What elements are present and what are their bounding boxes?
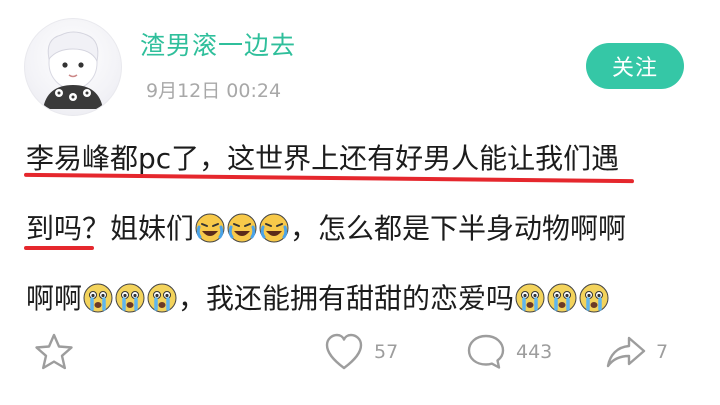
post-line-2-text-a: 到吗？姐妹们 <box>26 212 195 245</box>
heart-icon <box>325 333 363 370</box>
crying-emoji-icon <box>515 283 545 313</box>
comment-button[interactable]: 443 <box>464 330 552 374</box>
like-count: 57 <box>374 341 399 363</box>
favorite-button[interactable] <box>32 330 76 374</box>
action-bar: 57 443 7 <box>0 330 720 380</box>
crying-laughing-emoji-icon <box>259 213 289 243</box>
crying-laughing-emoji-icon <box>227 213 257 243</box>
share-arrow-icon <box>606 336 646 368</box>
crying-emoji-icon <box>147 283 177 313</box>
post-line-3-text-b: ，我还能拥有甜甜的恋爱吗 <box>178 282 515 315</box>
post-timestamp: 9月12日 00:24 <box>146 80 282 102</box>
star-icon <box>35 333 73 370</box>
follow-button[interactable]: 关注 <box>586 43 684 89</box>
post-line-2: 到吗？姐妹们 ，怎么都是下半身动物啊啊 <box>24 208 696 250</box>
post-line-3-text-a: 啊啊 <box>26 282 83 315</box>
avatar[interactable] <box>24 18 122 116</box>
crying-emoji-icon <box>115 283 145 313</box>
comment-count: 443 <box>516 341 553 363</box>
comment-bubble-icon <box>467 334 505 369</box>
weibo-post: 渣男滚一边去 9月12日 00:24 关注 李易峰都pc了，这世界上还有好男人能… <box>0 0 720 405</box>
post-line-2-text-b: ，怎么都是下半身动物啊啊 <box>290 212 627 245</box>
crying-laughing-emoji-icon <box>195 213 225 243</box>
crying-emoji-icon <box>83 283 113 313</box>
post-line-1-text: 李易峰都pc了，这世界上还有好男人能让我们遇 <box>26 142 620 175</box>
post-line-1: 李易峰都pc了，这世界上还有好男人能让我们遇 <box>23 138 696 184</box>
avatar-image <box>43 31 103 109</box>
red-underline-mark <box>24 246 94 250</box>
share-count: 7 <box>656 341 669 363</box>
username[interactable]: 渣男滚一边去 <box>140 26 296 62</box>
like-button[interactable]: 57 <box>322 330 398 374</box>
crying-emoji-icon <box>579 283 609 313</box>
post-text: 李易峰都pc了，这世界上还有好男人能让我们遇 到吗？姐妹们 ，怎么都是下半身动物… <box>23 138 696 348</box>
share-button[interactable]: 7 <box>604 330 668 374</box>
post-line-3: 啊啊 ，我还能拥有甜甜的恋爱吗 <box>26 278 696 320</box>
crying-emoji-icon <box>547 283 577 313</box>
